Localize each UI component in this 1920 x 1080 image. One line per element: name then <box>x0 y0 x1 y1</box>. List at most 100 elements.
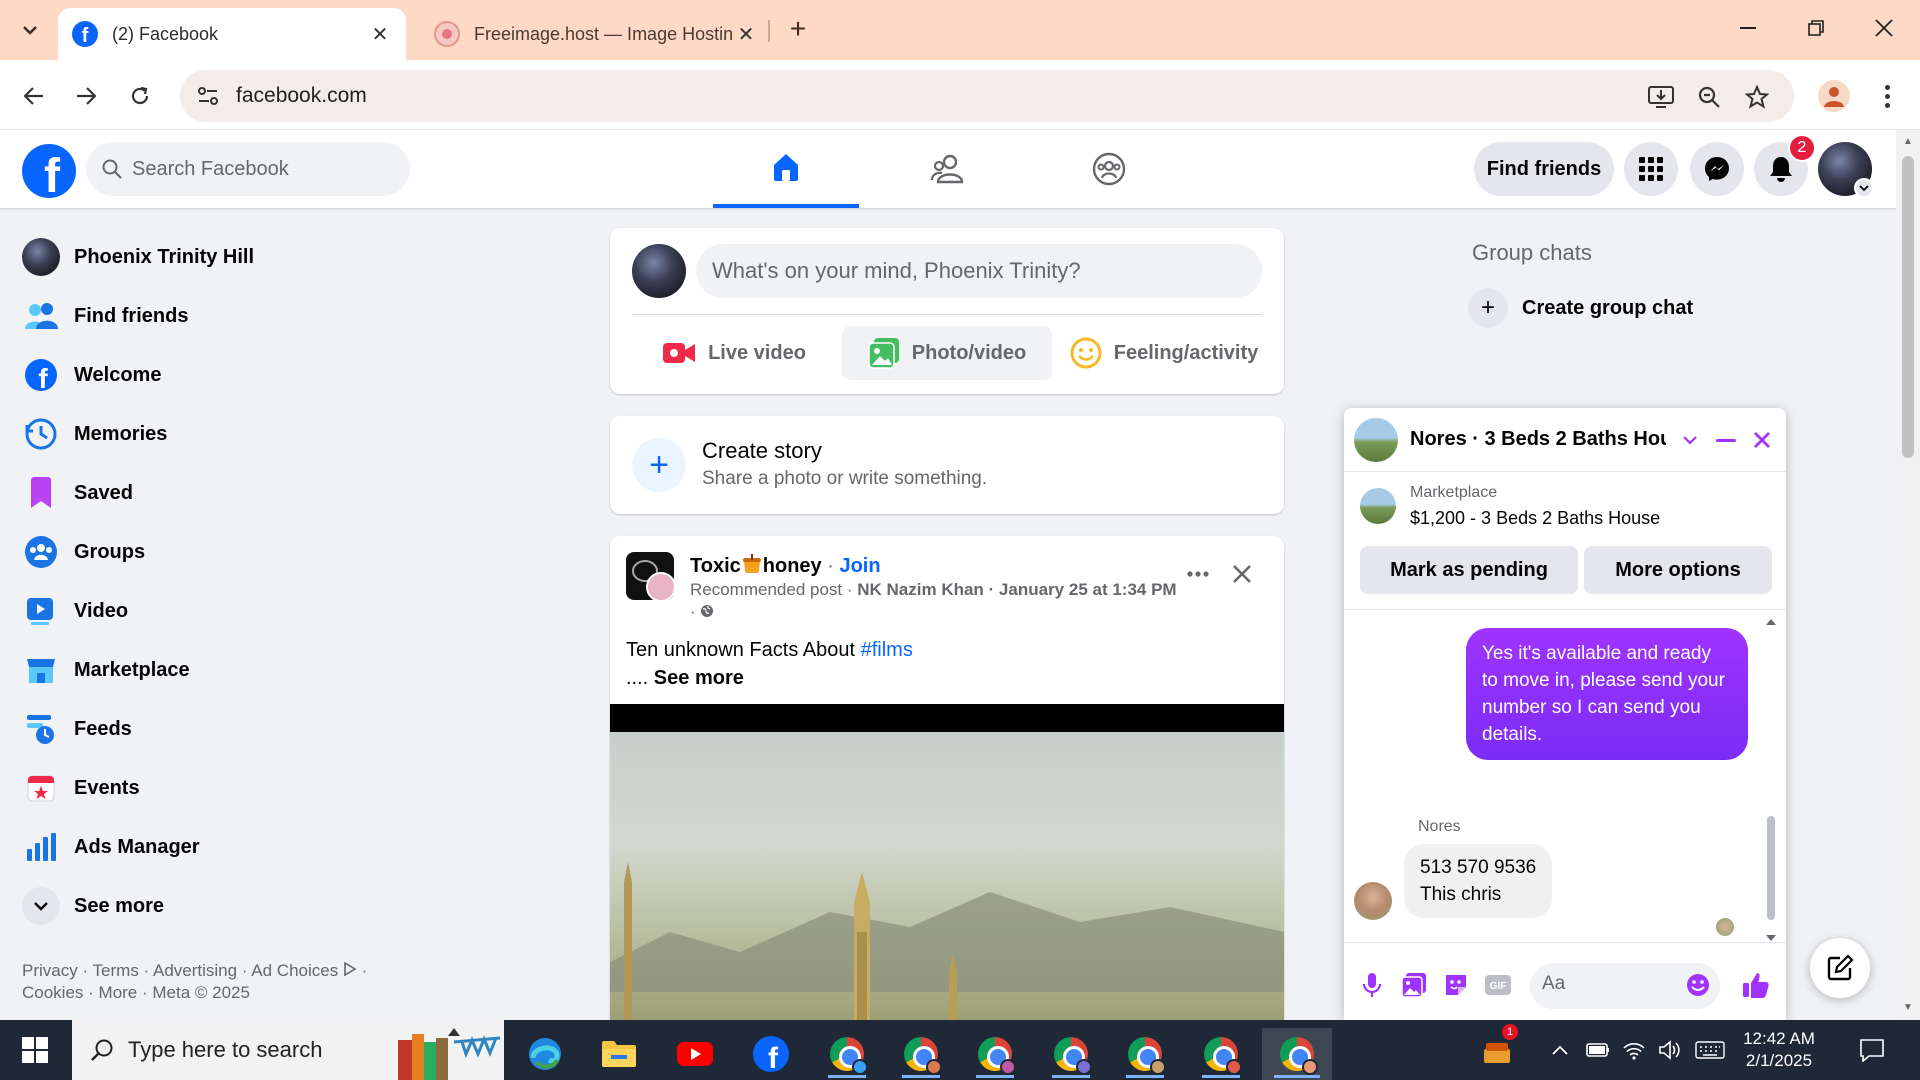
poster-name-link[interactable]: NK Nazim Khan <box>857 580 984 599</box>
join-group-link[interactable]: Join <box>839 555 880 577</box>
feeling-activity-button[interactable]: Feeling/activity <box>1058 326 1270 380</box>
network-status[interactable] <box>1620 1020 1648 1080</box>
tab-freeimage[interactable]: Freeimage.host — Image Hosting ✕ <box>420 8 772 60</box>
new-tab-button[interactable]: + <box>780 12 816 48</box>
nav-friends-tab[interactable] <box>874 130 1020 208</box>
group-avatar[interactable] <box>626 552 674 600</box>
restore-window-button[interactable] <box>1796 8 1836 48</box>
cookies-link[interactable]: Cookies <box>22 983 83 1002</box>
advertising-link[interactable]: Advertising <box>153 961 237 980</box>
post-timestamp[interactable]: · January 25 at 1:34 PM <box>984 580 1177 599</box>
taskbar-file-explorer-app[interactable] <box>588 1028 650 1080</box>
post-options-button[interactable] <box>1178 554 1218 594</box>
scroll-up-icon[interactable]: ▲ <box>1902 136 1914 147</box>
search-input[interactable] <box>132 157 382 181</box>
close-window-button[interactable] <box>1864 8 1904 48</box>
listing-title[interactable]: $1,200 - 3 Beds 2 Baths House <box>1410 508 1660 529</box>
sidebar-item-memories[interactable]: Memories <box>14 407 354 461</box>
taskbar-chrome-profile-5[interactable] <box>1114 1028 1176 1080</box>
taskbar-chrome-profile-1[interactable] <box>816 1028 878 1080</box>
composer-input[interactable]: What's on your mind, Phoenix Trinity? <box>696 244 1262 298</box>
sidebar-item-find-friends[interactable]: Find friends <box>14 289 354 343</box>
show-hidden-icons-button[interactable] <box>1546 1020 1574 1080</box>
sidebar-item-welcome[interactable]: f Welcome <box>14 348 354 402</box>
mark-as-pending-button[interactable]: Mark as pending <box>1360 546 1578 594</box>
bookmark-star-icon[interactable] <box>1742 82 1772 112</box>
action-center-button[interactable] <box>1852 1020 1892 1080</box>
minimize-window-button[interactable] <box>1728 8 1768 48</box>
message-input[interactable] <box>1542 973 1672 995</box>
browser-menu-button[interactable] <box>1872 78 1902 114</box>
sidebar-item-marketplace[interactable]: Marketplace <box>14 643 354 697</box>
scroll-down-icon[interactable]: ▼ <box>1902 1002 1914 1013</box>
create-story-card[interactable]: + Create story Share a photo or write so… <box>610 416 1284 514</box>
live-video-button[interactable]: Live video <box>646 326 822 380</box>
reload-button[interactable] <box>120 76 160 116</box>
post-image[interactable] <box>610 704 1284 1036</box>
sidebar-item-profile[interactable]: Phoenix Trinity Hill <box>14 230 354 284</box>
close-tab-icon[interactable]: ✕ <box>368 22 392 47</box>
taskbar-chrome-profile-2[interactable] <box>890 1028 952 1080</box>
emoji-button[interactable] <box>1686 973 1710 1002</box>
voice-clip-button[interactable] <box>1356 969 1388 1001</box>
nav-home-tab[interactable] <box>713 130 859 208</box>
start-button[interactable] <box>12 1032 58 1068</box>
taskbar-youtube-app[interactable] <box>664 1028 726 1080</box>
menu-button[interactable] <box>1624 142 1678 196</box>
sidebar-item-ads-manager[interactable]: Ads Manager <box>14 820 354 874</box>
listing-thumbnail[interactable] <box>1360 488 1396 524</box>
see-more-link[interactable]: See more <box>654 667 744 689</box>
taskbar-chrome-profile-4[interactable] <box>1040 1028 1102 1080</box>
sidebar-item-see-more[interactable]: See more <box>14 879 354 933</box>
hide-post-button[interactable] <box>1222 554 1262 594</box>
find-friends-button[interactable]: Find friends <box>1474 142 1614 196</box>
volume-control[interactable] <box>1656 1020 1684 1080</box>
taskbar-facebook-app[interactable]: f <box>740 1028 802 1080</box>
hashtag-link[interactable]: #films <box>861 639 913 661</box>
taskbar-chrome-profile-3[interactable] <box>964 1028 1026 1080</box>
tray-app-icon[interactable]: 1 <box>1476 1020 1520 1080</box>
profile-button[interactable] <box>1818 80 1850 112</box>
account-chevron-icon[interactable] <box>1854 178 1874 198</box>
facebook-logo[interactable]: f <box>22 144 76 198</box>
chat-scrollbar[interactable] <box>1762 618 1780 942</box>
send-like-button[interactable] <box>1740 969 1772 1001</box>
zoom-icon[interactable] <box>1694 82 1724 112</box>
sidebar-item-groups[interactable]: Groups <box>14 525 354 579</box>
search-box[interactable] <box>86 142 410 196</box>
new-message-button[interactable] <box>1810 938 1870 998</box>
messenger-button[interactable] <box>1690 142 1744 196</box>
sidebar-item-feeds[interactable]: Feeds <box>14 702 354 756</box>
photo-video-button[interactable]: Photo/video <box>842 326 1052 380</box>
page-scroll-thumb[interactable] <box>1902 156 1914 458</box>
sidebar-item-events[interactable]: Events <box>14 761 354 815</box>
minimize-chat-button[interactable] <box>1710 424 1742 456</box>
sidebar-item-saved[interactable]: Saved <box>14 466 354 520</box>
forward-button[interactable] <box>66 76 106 116</box>
taskbar-clock[interactable]: 12:42 AM 2/1/2025 <box>1734 1028 1824 1072</box>
battery-status[interactable] <box>1584 1020 1612 1080</box>
touch-keyboard-button[interactable] <box>1692 1020 1728 1080</box>
group-name-link[interactable]: Toxic honey <box>690 554 822 577</box>
sticker-button[interactable] <box>1440 969 1472 1001</box>
close-chat-button[interactable] <box>1746 424 1778 456</box>
back-button[interactable] <box>14 76 54 116</box>
message-input-box[interactable] <box>1530 963 1720 1009</box>
tab-facebook[interactable]: f (2) Facebook ✕ <box>58 8 406 60</box>
site-info-icon[interactable] <box>192 80 224 112</box>
ad-choices-link[interactable]: Ad Choices <box>251 961 338 980</box>
more-options-button[interactable]: More options <box>1584 546 1772 594</box>
taskbar-search-box[interactable] <box>72 1020 504 1080</box>
taskbar-chrome-profile-7[interactable] <box>1262 1028 1332 1080</box>
tab-search-button[interactable] <box>12 12 48 48</box>
terms-link[interactable]: Terms <box>93 961 139 980</box>
create-group-chat-button[interactable]: + Create group chat <box>1468 284 1693 332</box>
close-tab-icon[interactable]: ✕ <box>734 22 758 47</box>
chat-header[interactable]: Nores · 3 Beds 2 Baths House <box>1344 408 1786 472</box>
taskbar-edge-app[interactable] <box>514 1028 576 1080</box>
page-scrollbar[interactable]: ▲ ▼ <box>1896 130 1920 1020</box>
attach-photo-button[interactable] <box>1398 969 1430 1001</box>
more-link[interactable]: More <box>99 983 138 1002</box>
taskbar-chrome-profile-6[interactable] <box>1190 1028 1252 1080</box>
chat-options-button[interactable] <box>1674 424 1706 456</box>
